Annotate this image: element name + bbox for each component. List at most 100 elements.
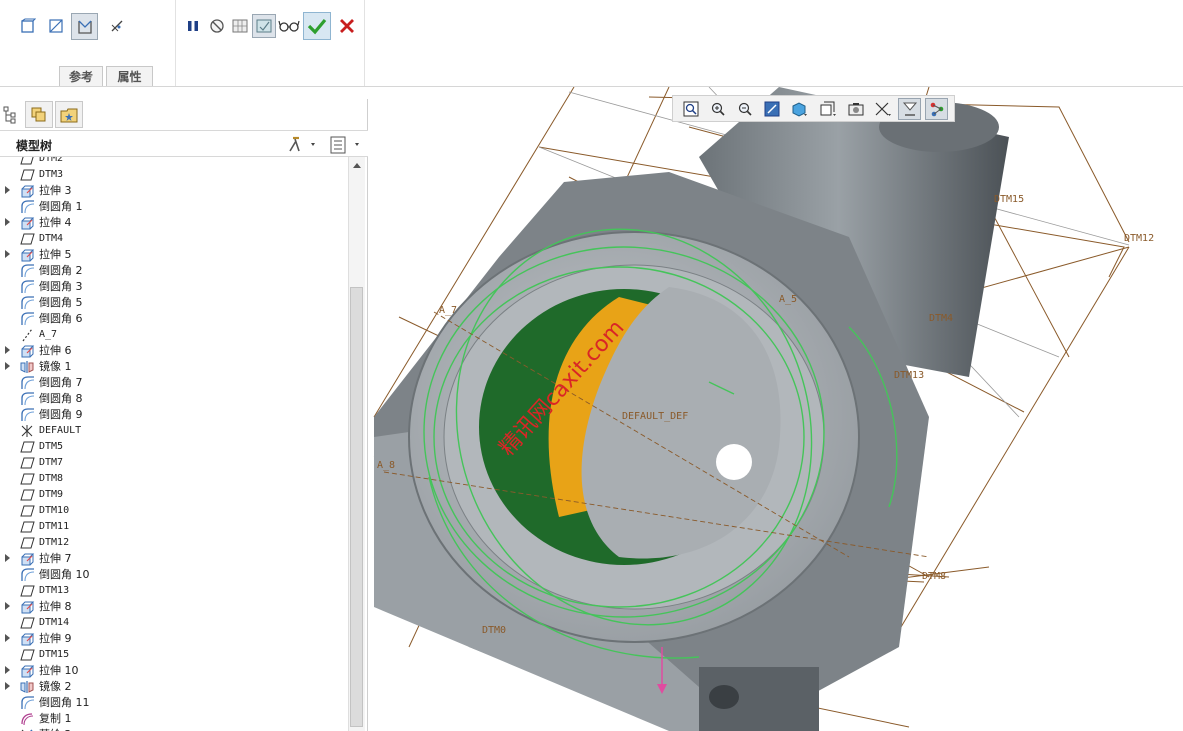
- round-icon: [20, 280, 35, 294]
- scroll-up-icon[interactable]: [353, 163, 361, 168]
- cancel-button[interactable]: [335, 14, 359, 38]
- tree-item[interactable]: 倒圆角 6: [0, 311, 347, 327]
- repaint-icon[interactable]: [760, 98, 783, 120]
- tree-item[interactable]: DTM11: [0, 519, 347, 535]
- tree-item[interactable]: DTM3: [0, 167, 347, 183]
- axis-label-a7[interactable]: A_7: [439, 305, 457, 316]
- solid-icon[interactable]: [16, 14, 40, 38]
- tab-layers[interactable]: [25, 101, 53, 128]
- glasses-icon[interactable]: [277, 14, 301, 38]
- zoom-out-icon[interactable]: [733, 98, 756, 120]
- datum-display-icon[interactable]: [871, 98, 894, 120]
- expand-arrow-icon[interactable]: [5, 346, 10, 354]
- zoom-in-icon[interactable]: [706, 98, 729, 120]
- expand-arrow-icon[interactable]: [5, 602, 10, 610]
- tree-item[interactable]: 拉伸 5: [0, 247, 347, 263]
- tree-item[interactable]: 拉伸 10: [0, 663, 347, 679]
- scroll-thumb[interactable]: [350, 287, 363, 727]
- expand-arrow-icon[interactable]: [5, 250, 10, 258]
- axis-label-a8[interactable]: A_8: [377, 460, 395, 471]
- tree-item[interactable]: 倒圆角 1: [0, 199, 347, 215]
- tree-item[interactable]: DTM4: [0, 231, 347, 247]
- tab-references[interactable]: 参考: [59, 66, 103, 86]
- verify-preview-icon[interactable]: [252, 14, 276, 38]
- display-style-icon[interactable]: [787, 98, 810, 120]
- expand-arrow-icon[interactable]: [5, 554, 10, 562]
- tree-item-label: DTM11: [39, 521, 70, 532]
- datum-label-dtm4[interactable]: DTM4: [929, 313, 953, 324]
- no-preview-icon[interactable]: [205, 14, 229, 38]
- datum-label-dtm0[interactable]: DTM0: [482, 625, 506, 636]
- expand-arrow-icon[interactable]: [5, 634, 10, 642]
- tree-item[interactable]: A_7: [0, 327, 347, 343]
- surface-icon[interactable]: [44, 14, 68, 38]
- tree-settings-icon[interactable]: [287, 135, 317, 156]
- tree-show-icon[interactable]: [329, 135, 363, 158]
- remove-material-icon[interactable]: [71, 13, 98, 40]
- tree-item-label: DTM12: [39, 537, 70, 548]
- tree-item[interactable]: 倒圆角 8: [0, 391, 347, 407]
- tree-item[interactable]: 草绘 2: [0, 727, 347, 731]
- tree-item[interactable]: 拉伸 3: [0, 183, 347, 199]
- tree-item[interactable]: 拉伸 8: [0, 599, 347, 615]
- tree-item[interactable]: 拉伸 7: [0, 551, 347, 567]
- datum-label-dtm15[interactable]: DTM15: [994, 194, 1024, 205]
- graphics-window[interactable]: 精讯网caxit.com DTM15 DTM12 DTM4 DTM13 DTM8…: [369, 87, 1183, 731]
- tree-item-label: 倒圆角 9: [39, 408, 83, 421]
- tree-item[interactable]: DTM13: [0, 583, 347, 599]
- datum-label-dtm8[interactable]: DTM8: [922, 571, 946, 582]
- tree-item[interactable]: 倒圆角 7: [0, 375, 347, 391]
- tree-item[interactable]: 倒圆角 10: [0, 567, 347, 583]
- datum-label-dtm12[interactable]: DTM12: [1124, 233, 1154, 244]
- accept-button[interactable]: [303, 12, 331, 40]
- expand-arrow-icon[interactable]: [5, 218, 10, 226]
- tree-item[interactable]: 复制 1: [0, 711, 347, 727]
- tab-properties-label: 属性: [117, 70, 142, 84]
- preview-mesh-icon[interactable]: [228, 14, 252, 38]
- csys-label-default[interactable]: DEFAULT_DEF: [622, 411, 688, 422]
- expand-arrow-icon[interactable]: [5, 186, 10, 194]
- axis-label-a5[interactable]: A_5: [779, 294, 797, 305]
- tree-item[interactable]: 倒圆角 3: [0, 279, 347, 295]
- tree-item[interactable]: 镜像 2: [0, 679, 347, 695]
- tree-scrollbar[interactable]: [348, 157, 365, 731]
- spin-center-icon[interactable]: [898, 98, 921, 120]
- tree-item[interactable]: DTM2: [0, 157, 347, 167]
- tree-item[interactable]: DTM8: [0, 471, 347, 487]
- tree-item-label: DTM15: [39, 649, 70, 660]
- datum-icon: [20, 488, 35, 502]
- view-manager-icon[interactable]: [844, 98, 867, 120]
- tree-item[interactable]: DEFAULT: [0, 423, 347, 439]
- tree-item[interactable]: DTM15: [0, 647, 347, 663]
- tree-item[interactable]: 倒圆角 5: [0, 295, 347, 311]
- tab-favorites[interactable]: [55, 101, 83, 128]
- tree-item[interactable]: 倒圆角 11: [0, 695, 347, 711]
- tree-item[interactable]: 拉伸 4: [0, 215, 347, 231]
- tree-item[interactable]: DTM9: [0, 487, 347, 503]
- tree-item[interactable]: DTM12: [0, 535, 347, 551]
- tree-item[interactable]: DTM5: [0, 439, 347, 455]
- datum-label-dtm13[interactable]: DTM13: [894, 370, 924, 381]
- tree-item[interactable]: DTM14: [0, 615, 347, 631]
- tree-item-label: DTM13: [39, 585, 70, 596]
- expand-arrow-icon[interactable]: [5, 666, 10, 674]
- annotation-display-icon[interactable]: [925, 98, 948, 120]
- pause-icon[interactable]: [181, 14, 205, 38]
- tree-item[interactable]: DTM10: [0, 503, 347, 519]
- datum-icon: [20, 536, 35, 550]
- tree-item[interactable]: 拉伸 9: [0, 631, 347, 647]
- refit-icon[interactable]: [679, 98, 702, 120]
- expand-arrow-icon[interactable]: [5, 362, 10, 370]
- tree-item[interactable]: DTM7: [0, 455, 347, 471]
- tree-item-label: 倒圆角 1: [39, 200, 83, 213]
- thicken-icon[interactable]: [105, 14, 129, 38]
- tab-properties[interactable]: 属性: [106, 66, 153, 86]
- saved-views-icon[interactable]: [816, 98, 839, 120]
- tree-toggle-icon[interactable]: [2, 105, 18, 128]
- expand-arrow-icon[interactable]: [5, 682, 10, 690]
- tree-item[interactable]: 镜像 1: [0, 359, 347, 375]
- tree-item[interactable]: 倒圆角 2: [0, 263, 347, 279]
- datum-icon: [20, 648, 35, 662]
- tree-item[interactable]: 拉伸 6: [0, 343, 347, 359]
- tree-item[interactable]: 倒圆角 9: [0, 407, 347, 423]
